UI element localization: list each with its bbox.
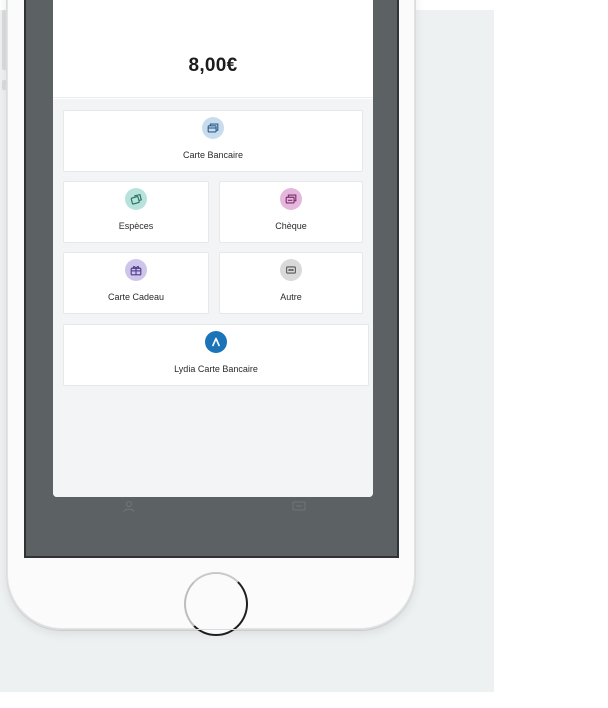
payment-method-carte-cadeau[interactable]: Carte Cadeau	[63, 252, 209, 314]
phone-screen: 8,00€ Carte Bancaire Espèces Chèque Cart…	[24, 0, 399, 558]
amount-total: 8,00€	[188, 55, 238, 76]
gift-icon	[125, 259, 147, 281]
payment-method-label: Chèque	[275, 221, 307, 231]
payment-method-label: Espèces	[118, 221, 154, 231]
home-button[interactable]	[184, 572, 248, 636]
payment-method-cheque[interactable]: Chèque	[219, 181, 363, 243]
user-icon	[123, 501, 135, 512]
lydia-logo-icon	[205, 331, 227, 353]
cheque-icon	[280, 188, 302, 210]
payment-method-carte-bancaire[interactable]: Carte Bancaire	[63, 110, 363, 172]
phone-mockup: 8,00€ Carte Bancaire Espèces Chèque Cart…	[2, 0, 416, 636]
wallet-icon	[292, 501, 306, 511]
payment-methods: Carte Bancaire Espèces Chèque Carte Cade…	[53, 99, 373, 497]
cash-notes-icon	[125, 188, 147, 210]
payment-method-label: Lydia Carte Bancaire	[174, 364, 258, 374]
payment-method-label: Carte Bancaire	[182, 150, 244, 160]
card-stack-icon	[202, 117, 224, 139]
payment-sheet: 8,00€ Carte Bancaire Espèces Chèque Cart…	[53, 0, 373, 497]
phone-side-button	[2, 10, 6, 70]
other-dots-icon	[280, 259, 302, 281]
payment-method-label: Carte Cadeau	[107, 292, 165, 302]
payment-method-especes[interactable]: Espèces	[63, 181, 209, 243]
payment-method-lydia-carte-bancaire[interactable]: Lydia Carte Bancaire	[63, 324, 369, 386]
payment-method-label: Autre	[280, 292, 302, 302]
payment-method-autre[interactable]: Autre	[219, 252, 363, 314]
phone-side-button	[2, 80, 6, 90]
amount-area: 8,00€	[53, 0, 373, 98]
